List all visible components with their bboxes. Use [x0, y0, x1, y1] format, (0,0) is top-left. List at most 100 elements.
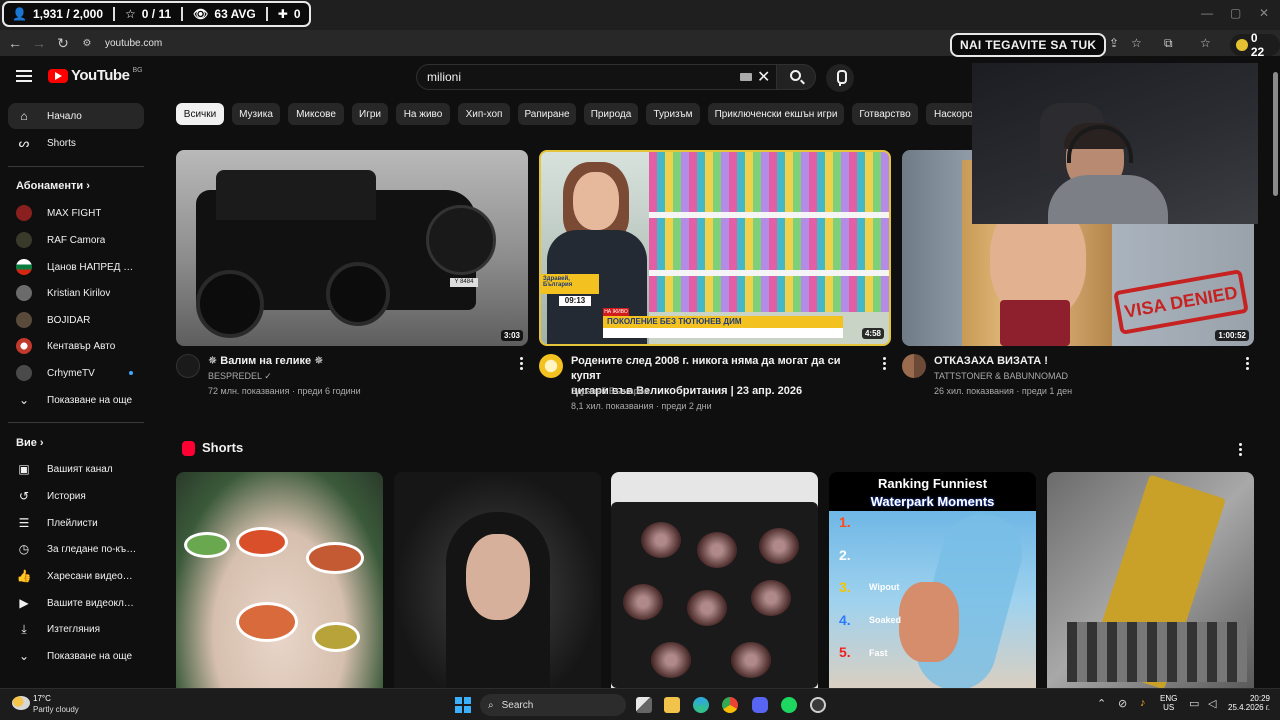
channel-avatar[interactable] [902, 354, 926, 378]
close-window-icon[interactable]: ✕ [1259, 6, 1269, 20]
chip-mixes[interactable]: Миксове [288, 103, 344, 125]
chip-tourism[interactable]: Туризъм [646, 103, 700, 125]
favorites-icon[interactable]: ☆ [1200, 36, 1211, 50]
short-thumbnail-4[interactable]: Ranking Funniest Waterpark Moments 1. 2.… [829, 472, 1036, 688]
chip-music[interactable]: Музика [232, 103, 280, 125]
voice-search-button[interactable] [826, 64, 854, 92]
bookmark-star-icon[interactable]: ☆ [1131, 36, 1142, 50]
screen-share-icon[interactable]: ⇪ [1109, 36, 1119, 50]
sidebar-item-your-channel[interactable]: ▣ Вашият канал [8, 456, 144, 482]
volume-icon[interactable]: ◁ [1208, 697, 1216, 710]
avatar [16, 232, 32, 248]
extensions-icon[interactable]: ⧉ [1164, 36, 1173, 51]
search-button[interactable] [776, 64, 816, 90]
page-scrollbar[interactable] [1270, 60, 1280, 688]
your-videos-icon: ▶ [19, 596, 29, 610]
rank-5-label: Fast [869, 648, 888, 658]
chip-games[interactable]: Игри [352, 103, 388, 125]
video-channel[interactable]: Здравей България [571, 384, 649, 399]
channel-avatar[interactable] [176, 354, 200, 378]
chip-rap[interactable]: Рапиране [518, 103, 576, 125]
language-indicator[interactable]: ENG US [1160, 694, 1177, 712]
sidebar-sub-bojidar[interactable]: BOJIDAR [8, 307, 144, 333]
weather-icon[interactable] [12, 696, 30, 710]
chip-recent[interactable]: Наскоро [926, 103, 972, 125]
sidebar-item-liked-videos[interactable]: 👍 Харесани видеокл... [8, 563, 144, 589]
video-thumbnail-1[interactable]: Y 8484 3:03 [176, 150, 528, 346]
sidebar-item-label: MAX FIGHT [47, 207, 102, 219]
hamburger-menu-icon[interactable] [16, 70, 32, 82]
back-icon[interactable]: ← [3, 35, 27, 51]
shorts-more-options-icon[interactable] [1239, 443, 1243, 458]
weather-temp[interactable]: 17°C [33, 694, 51, 703]
youtube-logo[interactable]: YouTube BG [48, 67, 143, 84]
discord-icon[interactable] [752, 697, 768, 713]
short-thumbnail-3[interactable] [611, 472, 818, 688]
taskbar-search[interactable]: ⌕ Search [480, 694, 626, 716]
chip-cooking[interactable]: Готварство [852, 103, 918, 125]
sidebar-item-downloads[interactable]: ⤓ Изтегляния [8, 616, 144, 642]
chip-live[interactable]: На живо [396, 103, 450, 125]
sidebar-item-label: Плейлисти [47, 517, 98, 529]
task-view-icon[interactable] [636, 697, 652, 713]
short-thumbnail-1[interactable] [176, 472, 383, 688]
weather-desc[interactable]: Partly cloudy [33, 705, 79, 714]
more-options-icon[interactable] [883, 357, 887, 372]
windows-start-icon[interactable] [455, 697, 471, 713]
keyboard-icon[interactable] [740, 73, 752, 81]
scrollbar-thumb[interactable] [1273, 72, 1278, 196]
sidebar-sub-kentavar-avto[interactable]: Кентавър Авто [8, 333, 144, 359]
more-options-icon[interactable] [520, 357, 524, 372]
video-channel[interactable]: BESPREDEL ✓ [208, 369, 272, 384]
chip-adventure-games[interactable]: Приключенски екшън игри [708, 103, 844, 125]
sidebar-sub-crhymetv[interactable]: CrhymeTV [8, 360, 144, 386]
sidebar-sub-tsanov[interactable]: Цанов НАПРЕД и ... [8, 254, 144, 280]
spotify-icon[interactable] [781, 697, 797, 713]
chevron-up-icon[interactable]: ⌃ [1097, 697, 1106, 710]
maximize-icon[interactable]: ▢ [1230, 6, 1241, 20]
sidebar-sub-raf-camora[interactable]: RAF Camora [8, 227, 144, 253]
clear-search-icon[interactable]: ✕ [757, 67, 770, 87]
subscriptions-heading[interactable]: Абонаменти › [16, 180, 90, 192]
chip-nature[interactable]: Природа [584, 103, 638, 125]
obs-icon[interactable] [810, 697, 826, 713]
chrome-icon[interactable] [722, 697, 738, 713]
sidebar-item-home[interactable]: ⌂ Начало [8, 103, 144, 129]
short-thumbnail-2[interactable] [394, 472, 601, 688]
search-input[interactable]: milioni ✕ [416, 64, 778, 90]
sidebar-item-playlists[interactable]: ☰ Плейлисти [8, 510, 144, 536]
minimize-icon[interactable]: — [1201, 6, 1213, 20]
short-thumbnail-5[interactable] [1047, 472, 1254, 688]
reload-icon[interactable]: ↻ [51, 35, 75, 52]
sidebar-you-show-more[interactable]: ⌄ Показване на още [8, 643, 144, 669]
sidebar-sub-max-fight[interactable]: MAX FIGHT [8, 200, 144, 226]
sidebar-item-your-videos[interactable]: ▶ Вашите видеокли... [8, 590, 144, 616]
display-icon[interactable]: ▭ [1189, 697, 1199, 710]
site-info-icon[interactable]: ⚙ [75, 38, 99, 49]
chip-hip-hop[interactable]: Хип-хоп [458, 103, 510, 125]
sidebar-item-watch-later[interactable]: ◷ За гледане по-къс... [8, 536, 144, 562]
sidebar-subs-show-more[interactable]: ⌄ Показване на още [8, 387, 144, 413]
network-off-icon[interactable]: ⊘ [1118, 697, 1127, 710]
sidebar-item-shorts[interactable]: ᔕ Shorts [8, 130, 144, 156]
microphone-icon[interactable]: ♪ [1140, 697, 1146, 709]
channel-avatar[interactable] [539, 354, 563, 378]
search-icon [790, 70, 801, 81]
forward-icon[interactable]: → [27, 35, 51, 51]
chip-all[interactable]: Всички [176, 103, 224, 125]
more-options-icon[interactable] [1246, 357, 1250, 372]
sidebar-sub-kristian-kirilov[interactable]: Kristian Kirilov [8, 280, 144, 306]
url-field[interactable]: youtube.com [105, 38, 162, 49]
you-heading[interactable]: Вие › [16, 437, 44, 449]
video-title[interactable]: ОТКАЗАХА ВИЗАТА ! [934, 354, 1234, 369]
video-title-line: Родените след 2008 г. никога няма да мог… [571, 355, 841, 382]
file-explorer-icon[interactable] [664, 697, 680, 713]
video-thumbnail-2[interactable]: Здравей, България 09:13 НА ЖИВО ПОКОЛЕНИ… [539, 150, 891, 346]
video-title[interactable]: ✵ Валим на гелике ✵ [208, 354, 508, 369]
sidebar-item-history[interactable]: ↺ История [8, 483, 144, 509]
streamer-shirt [1048, 175, 1168, 224]
profile-counter[interactable]: 0 22 [1230, 31, 1280, 59]
edge-icon[interactable] [693, 697, 709, 713]
video-channel[interactable]: TATTSTONER & BABUNNOMAD [934, 369, 1068, 384]
taskbar-clock[interactable]: 20:29 25.4.2026 г. [1226, 694, 1270, 712]
